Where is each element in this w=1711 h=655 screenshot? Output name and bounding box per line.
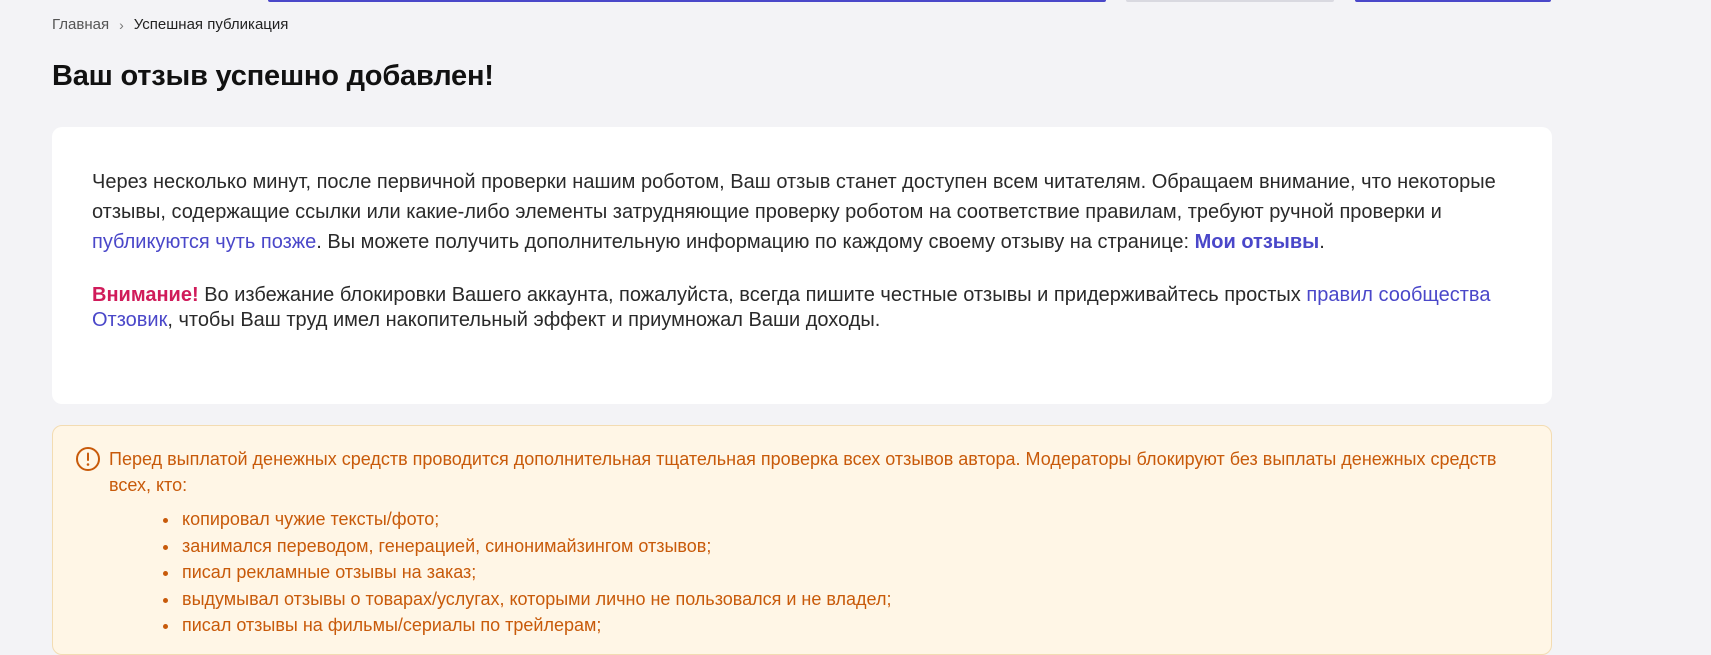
breadcrumb-current: Успешная публикация: [133, 16, 289, 33]
warning-text: Перед выплатой денежных средств проводит…: [109, 449, 1497, 495]
warning-header: Перед выплатой денежных средств проводит…: [75, 446, 1527, 498]
my-reviews-link[interactable]: Мои отзывы: [1195, 231, 1320, 253]
breadcrumb-home-link[interactable]: Главная: [52, 16, 109, 33]
list-item: писал рекламные отзывы на заказ;: [180, 559, 1527, 586]
attention-text: Во избежание блокировки Вашего аккаунта,…: [198, 284, 1307, 306]
list-item: писал отзывы на фильмы/сериалы по трейле…: [180, 612, 1527, 639]
list-item: занимался переводом, генерацией, синоним…: [180, 533, 1527, 560]
publication-info-paragraph: Через несколько минут, после первичной п…: [92, 167, 1512, 257]
violation-list: копировал чужие тексты/фото; занимался п…: [75, 506, 1527, 639]
attention-text-2: , чтобы Ваш труд имел накопительный эффе…: [167, 309, 881, 331]
search-field-edge[interactable]: [268, 0, 1106, 2]
payout-warning-box: Перед выплатой денежных средств проводит…: [52, 425, 1552, 655]
list-item: копировал чужие тексты/фото;: [180, 506, 1527, 533]
attention-paragraph: Внимание! Во избежание блокировки Вашего…: [92, 283, 1512, 333]
publication-info-end: .: [1319, 231, 1325, 253]
publication-info-text-2: . Вы можете получить дополнительную инфо…: [316, 231, 1195, 253]
header-button-edge[interactable]: [1355, 0, 1551, 2]
page-title: Ваш отзыв успешно добавлен!: [52, 60, 494, 92]
exclamation-circle-icon: [76, 447, 100, 471]
list-item: выдумывал отзывы о товарах/услугах, кото…: [180, 586, 1527, 613]
success-info-card: Через несколько минут, после первичной п…: [52, 127, 1552, 404]
publication-info-text: Через несколько минут, после первичной п…: [92, 171, 1496, 223]
header-bottom-edge: [0, 0, 1711, 4]
breadcrumb: Главная › Успешная публикация: [52, 16, 288, 33]
attention-label: Внимание!: [92, 284, 199, 306]
published-later-link[interactable]: публикуются чуть позже: [92, 231, 316, 253]
breadcrumb-separator: ›: [119, 16, 124, 33]
header-control-edge[interactable]: [1126, 0, 1334, 2]
